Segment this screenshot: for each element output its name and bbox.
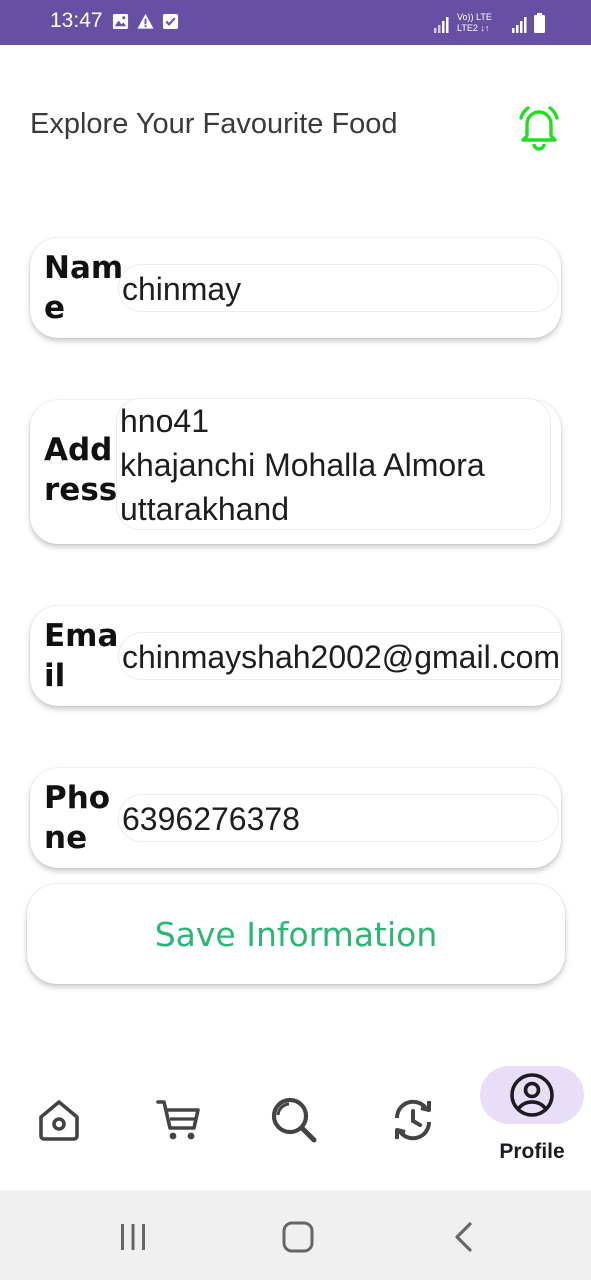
phone-input[interactable]: 6396276378 [118, 794, 559, 842]
home-icon [39, 1100, 79, 1141]
nav-profile-label: Profile [499, 1140, 565, 1163]
search-icon [271, 1097, 317, 1143]
history-icon [394, 1099, 432, 1141]
nav-home[interactable] [29, 1090, 89, 1150]
image-icon [112, 13, 129, 30]
name-card: Name chinmay [30, 238, 561, 338]
battery-icon [534, 13, 545, 33]
phone-label: Phone [44, 780, 111, 856]
system-navigation-bar [0, 1190, 591, 1280]
svg-text:Vo)) LTE: Vo)) LTE [457, 12, 492, 22]
check-box-icon [162, 13, 179, 30]
warning-icon [137, 13, 154, 29]
nav-cart[interactable] [148, 1090, 208, 1150]
volte-lte2-icon: Vo)) LTE LTE2 ↓↑ [457, 12, 492, 33]
recent-apps-icon[interactable] [118, 1222, 148, 1252]
bottom-navigation: Profile [0, 1060, 591, 1190]
status-system-icons: Vo)) LTE LTE2 ↓↑ [434, 11, 545, 33]
svg-text:LTE2 ↓↑: LTE2 ↓↑ [457, 23, 489, 33]
profile-icon [510, 1073, 554, 1117]
nav-profile[interactable] [480, 1066, 584, 1124]
home-button-icon[interactable] [282, 1221, 314, 1253]
address-label: Address [44, 432, 118, 508]
bell-icon[interactable] [514, 102, 564, 152]
status-bar: 13:47 Vo)) LTE LTE2 ↓↑ [0, 0, 591, 45]
email-input[interactable]: chinmayshah2002@gmail.com [118, 632, 561, 680]
signal-icon [512, 17, 527, 33]
nav-history[interactable] [383, 1090, 443, 1150]
cart-icon [156, 1100, 200, 1140]
back-icon[interactable] [450, 1221, 476, 1253]
address-card: Address hno41 khajanchi Mohalla Almora u… [30, 398, 561, 544]
status-notification-icons [112, 13, 179, 30]
email-label: Email [44, 618, 119, 694]
signal-icon [434, 17, 449, 33]
nav-search[interactable] [264, 1090, 324, 1150]
status-time: 13:47 [50, 9, 103, 32]
address-input[interactable]: hno41 khajanchi Mohalla Almora uttarakha… [116, 398, 551, 530]
email-card: Email chinmayshah2002@gmail.com [30, 606, 561, 706]
name-label: Name [44, 250, 124, 326]
save-information-button[interactable]: Save Information [27, 884, 565, 984]
phone-card: Phone 6396276378 [30, 768, 561, 868]
name-input[interactable]: chinmay [118, 264, 559, 312]
page-title: Explore Your Favourite Food [30, 108, 398, 140]
